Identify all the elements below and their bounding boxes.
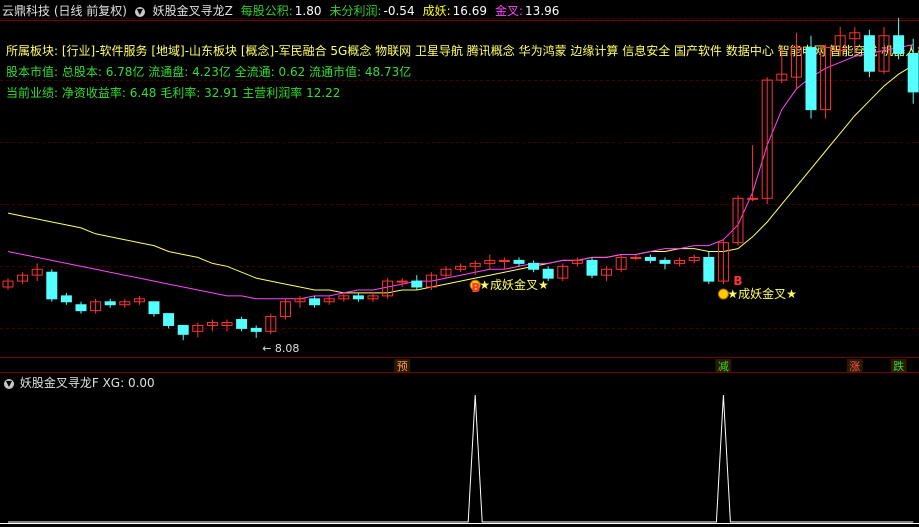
candle-body: [163, 313, 175, 326]
candle-body: [542, 268, 554, 279]
candle-body: [177, 324, 189, 335]
buy-signal-label: B: [471, 281, 480, 295]
candle-body: [513, 259, 525, 264]
xg-value: XG: 0.00: [102, 376, 155, 390]
axis-tag-3: 跌: [893, 359, 904, 373]
candle-body: [60, 295, 72, 303]
axis-tag-0: 预: [397, 360, 408, 373]
ma-line-yellow: [7, 64, 914, 294]
price-chart[interactable]: ← 8.08★成妖金叉★★成妖金叉★B B预减涨跌: [0, 0, 919, 527]
candle-body: [411, 280, 423, 288]
candle-body: [528, 262, 540, 270]
candle-body: [148, 301, 160, 315]
candle-body: [250, 327, 262, 332]
candle-body: [396, 280, 408, 283]
candle-body: [630, 256, 642, 259]
signal-label: ★成妖金叉★: [727, 286, 797, 301]
low-price-label: ← 8.08: [262, 342, 299, 355]
candle-body: [863, 35, 875, 72]
candle-body: [46, 271, 58, 300]
xg-line: [8, 394, 914, 523]
axis-tag-2: 涨: [849, 360, 860, 373]
candle-body: [644, 256, 656, 261]
signal-label: ★成妖金叉★: [479, 277, 549, 292]
candle-body: [747, 197, 759, 200]
candle-body: [352, 295, 364, 300]
buy-signal-label: B: [733, 274, 742, 288]
sub-indicator-name[interactable]: 妖股金叉寻龙F: [20, 376, 99, 390]
candle-body: [907, 52, 919, 93]
candle-body: [805, 47, 817, 111]
candle-body: [586, 259, 598, 276]
candle-body: [893, 35, 905, 54]
ma-line-magenta: [7, 44, 914, 300]
candle-body: [659, 259, 671, 264]
sub-indicator-settings-icon[interactable]: ▼: [4, 378, 14, 389]
candle-body: [309, 298, 321, 306]
candle-body: [498, 259, 510, 262]
axis-tag-1: 减: [718, 360, 729, 373]
candle-body: [104, 301, 116, 306]
candle-body: [75, 304, 87, 312]
sub-panel-header: ▼ 妖股金叉寻龙F XG: 0.00: [4, 375, 155, 391]
candle-body: [703, 256, 715, 282]
candle-body: [236, 319, 248, 329]
